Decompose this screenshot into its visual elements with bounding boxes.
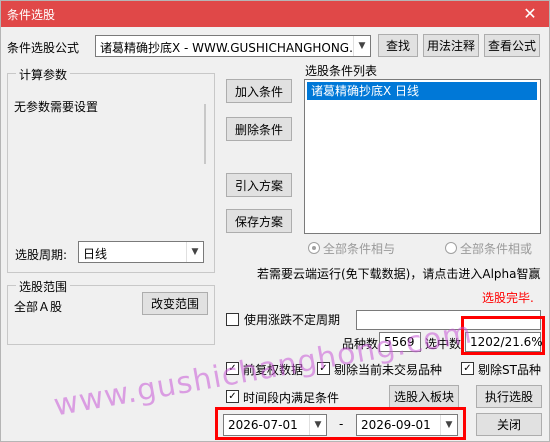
params-divider bbox=[204, 104, 206, 164]
formula-label: 条件选股公式 bbox=[7, 41, 80, 55]
window-title: 条件选股 bbox=[7, 8, 56, 22]
find-button[interactable]: 查找 bbox=[378, 34, 418, 57]
close-button[interactable]: 关闭 bbox=[476, 413, 542, 436]
or-label: 全部条件相或 bbox=[460, 242, 533, 256]
condition-list-title: 选股条件列表 bbox=[305, 64, 378, 78]
scope-group: 选股范围 全部Ａ股 改变范围 bbox=[7, 278, 215, 345]
condition-list-item[interactable]: 诸葛精确抄底X 日线 bbox=[307, 82, 537, 100]
stock-screener-window: 条件选股 ✕ 条件选股公式 诸葛精确抄底X - WWW.GUSHICHANGHO… bbox=[0, 0, 550, 442]
params-group: 计算参数 无参数需要设置 选股周期: 日线 ▼ bbox=[7, 66, 215, 273]
params-text: 无参数需要设置 bbox=[14, 100, 99, 114]
scope-group-title: 选股范围 bbox=[16, 278, 71, 295]
params-group-title: 计算参数 bbox=[16, 66, 71, 83]
limit-label: 使用涨跌不定周期 bbox=[244, 313, 341, 327]
formula-select[interactable]: 诸葛精确抄底X - WWW.GUSHICHANGHONG.COM ▼ bbox=[95, 35, 371, 57]
execute-button[interactable]: 执行选股 bbox=[476, 385, 542, 408]
condition-list[interactable]: 诸葛精确抄底X 日线 bbox=[304, 79, 541, 234]
scope-value: 全部Ａ股 bbox=[14, 300, 63, 314]
chevron-down-icon[interactable]: ▼ bbox=[353, 36, 370, 56]
formula-value: 诸葛精确抄底X - WWW.GUSHICHANGHONG.COM bbox=[100, 41, 352, 55]
chevron-down-icon[interactable]: ▼ bbox=[186, 242, 203, 262]
exclude-st-label: 剔除ST品种 bbox=[478, 363, 541, 377]
save-plan-button[interactable]: 保存方案 bbox=[226, 209, 292, 233]
and-label: 全部条件相与 bbox=[323, 242, 396, 256]
add-to-block-button[interactable]: 选股入板块 bbox=[389, 385, 459, 408]
period-value: 日线 bbox=[83, 247, 108, 261]
period-label: 选股周期: bbox=[15, 248, 68, 262]
cloud-note-link[interactable]: 若需要云端运行(免下载数据)，请点击进入Alpha智赢 bbox=[257, 265, 540, 282]
close-icon[interactable]: ✕ bbox=[511, 1, 549, 27]
usage-notes-button[interactable]: 用法注释 bbox=[423, 34, 479, 57]
time-label: 时间段内满足条件 bbox=[243, 391, 340, 405]
limit-checkbox[interactable] bbox=[226, 313, 239, 326]
add-condition-button[interactable]: 加入条件 bbox=[226, 79, 292, 103]
period-select[interactable]: 日线 ▼ bbox=[78, 241, 204, 263]
title-bar: 条件选股 ✕ bbox=[1, 1, 549, 27]
view-formula-button[interactable]: 查看公式 bbox=[484, 34, 540, 57]
import-plan-button[interactable]: 引入方案 bbox=[226, 173, 292, 197]
change-scope-button[interactable]: 改变范围 bbox=[142, 292, 208, 315]
status-text: 选股完毕. bbox=[482, 291, 534, 305]
delete-condition-button[interactable]: 删除条件 bbox=[226, 117, 292, 141]
or-radio[interactable] bbox=[445, 242, 457, 254]
exclude-st-checkbox[interactable]: ✓ bbox=[461, 362, 474, 375]
date-range-highlight bbox=[215, 407, 466, 440]
and-radio[interactable] bbox=[308, 242, 320, 254]
